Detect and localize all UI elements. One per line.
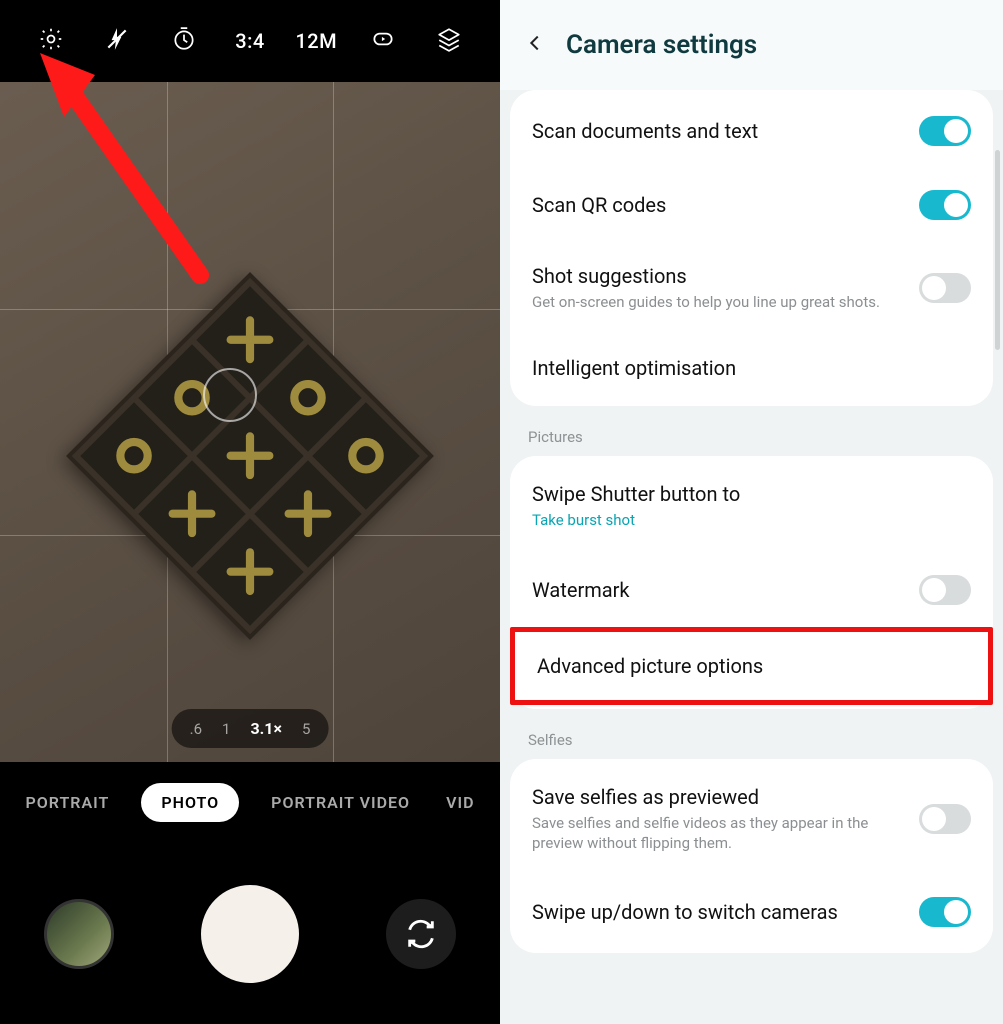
- settings-group-general: Scan documents and text Scan QR codes Sh…: [510, 90, 993, 406]
- mode-portrait-video[interactable]: PORTRAIT VIDEO: [267, 783, 414, 822]
- zoom-option[interactable]: ​.6: [190, 720, 202, 738]
- row-save-selfies-previewed[interactable]: Save selfies as previewed Save selfies a…: [510, 763, 993, 876]
- row-shot-suggestions[interactable]: Shot suggestions Get on-screen guides to…: [510, 242, 993, 334]
- scrollbar[interactable]: [995, 150, 1000, 350]
- aspect-ratio-button[interactable]: 3:4: [225, 29, 275, 53]
- section-label-pictures: Pictures: [500, 406, 1003, 456]
- settings-gear-icon[interactable]: [26, 26, 76, 57]
- row-title: Advanced picture options: [537, 654, 966, 678]
- back-icon[interactable]: [524, 32, 546, 58]
- zoom-control[interactable]: ​.6 1 3.1× 5: [172, 709, 329, 748]
- toggle[interactable]: [919, 897, 971, 927]
- mode-photo[interactable]: PHOTO: [141, 783, 239, 822]
- shutter-button[interactable]: [201, 885, 299, 983]
- camera-screen: 3:4 12M ​.6 1 3.1× 5: [0, 0, 500, 1024]
- row-scan-qr[interactable]: Scan QR codes: [510, 168, 993, 242]
- camera-viewfinder[interactable]: ​.6 1 3.1× 5: [0, 82, 500, 762]
- motion-photo-icon[interactable]: [358, 26, 408, 57]
- toggle[interactable]: [919, 804, 971, 834]
- settings-group-pictures: Swipe Shutter button to Take burst shot …: [510, 456, 993, 708]
- row-title: Swipe up/down to switch cameras: [532, 900, 905, 924]
- preview-subject: [66, 272, 434, 640]
- mode-portrait[interactable]: PORTRAIT: [21, 783, 113, 822]
- shutter-row: [0, 874, 500, 994]
- row-intelligent-optimisation[interactable]: Intelligent optimisation: [510, 334, 993, 402]
- timer-icon[interactable]: [159, 26, 209, 57]
- section-label-selfies: Selfies: [500, 709, 1003, 759]
- zoom-option[interactable]: 5: [302, 720, 310, 738]
- row-swipe-shutter[interactable]: Swipe Shutter button to Take burst shot: [510, 460, 993, 552]
- toggle[interactable]: [919, 190, 971, 220]
- camera-mode-strip[interactable]: PORTRAIT PHOTO PORTRAIT VIDEO VID: [0, 762, 500, 842]
- zoom-option[interactable]: 1: [222, 720, 230, 738]
- toggle[interactable]: [919, 273, 971, 303]
- row-title: Scan QR codes: [532, 193, 905, 217]
- row-title: Intelligent optimisation: [532, 356, 971, 380]
- row-title: Save selfies as previewed: [532, 785, 905, 809]
- row-title: Scan documents and text: [532, 119, 905, 143]
- gallery-thumbnail[interactable]: [44, 899, 114, 969]
- row-subtitle: Save selfies and selfie videos as they a…: [532, 813, 905, 854]
- row-title: Shot suggestions: [532, 264, 905, 288]
- toggle[interactable]: [919, 116, 971, 146]
- row-title: Swipe Shutter button to: [532, 482, 971, 506]
- filters-icon[interactable]: [424, 26, 474, 57]
- row-subtitle: Take burst shot: [532, 510, 971, 530]
- zoom-option-active[interactable]: 3.1×: [250, 719, 282, 738]
- camera-topbar: 3:4 12M: [0, 0, 500, 82]
- row-swipe-switch-cameras[interactable]: Swipe up/down to switch cameras: [510, 875, 993, 949]
- row-watermark[interactable]: Watermark: [510, 553, 993, 627]
- page-title: Camera settings: [566, 30, 757, 60]
- settings-group-selfies: Save selfies as previewed Save selfies a…: [510, 759, 993, 954]
- switch-camera-button[interactable]: [386, 899, 456, 969]
- mode-video-clipped[interactable]: VID: [442, 783, 478, 822]
- megapixel-button[interactable]: 12M: [291, 29, 341, 53]
- settings-header: Camera settings: [500, 0, 1003, 90]
- flash-icon[interactable]: [92, 26, 142, 57]
- row-title: Watermark: [532, 578, 905, 602]
- row-scan-documents[interactable]: Scan documents and text: [510, 94, 993, 168]
- row-advanced-picture-options[interactable]: Advanced picture options: [510, 627, 993, 705]
- camera-settings-screen: Camera settings Scan documents and text …: [500, 0, 1003, 1024]
- row-subtitle: Get on-screen guides to help you line up…: [532, 292, 905, 312]
- focus-indicator: [203, 368, 257, 422]
- toggle[interactable]: [919, 575, 971, 605]
